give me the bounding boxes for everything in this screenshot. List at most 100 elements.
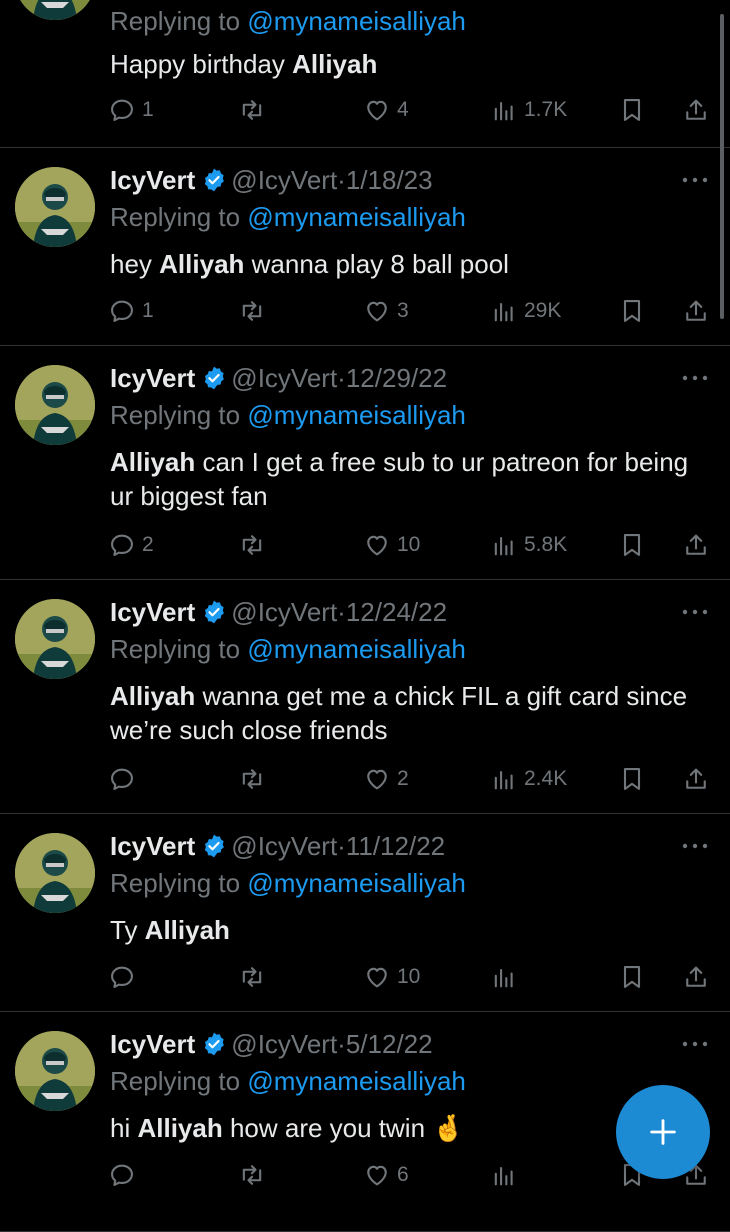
tweet-text-plain: Happy birthday [110, 49, 293, 79]
reply-button[interactable] [108, 960, 142, 994]
mention-link[interactable]: @mynameisalliyah [247, 6, 466, 36]
tweet-date[interactable]: 12/24/22 [346, 597, 447, 627]
views-button[interactable]: 5.8K [490, 528, 567, 562]
like-button[interactable]: 2 [363, 762, 409, 796]
retweet-button[interactable] [238, 960, 266, 994]
avatar[interactable] [15, 833, 95, 913]
share-button[interactable] [682, 93, 710, 127]
retweet-button[interactable] [238, 93, 266, 127]
tweet-date[interactable]: 5/12/22 [346, 1029, 433, 1059]
tweet-text-post: can I get a free sub to ur patreon for b… [110, 447, 689, 511]
author-name[interactable]: IcyVert [110, 363, 195, 393]
views-button[interactable] [490, 1158, 524, 1192]
reply-button[interactable] [108, 1158, 142, 1192]
author-handle[interactable]: @IcyVert [231, 831, 337, 861]
tweet-partial[interactable]: Replying to @mynameisalliyah Happy birth… [0, 0, 730, 148]
bookmark-button[interactable] [618, 294, 646, 328]
tweet-date[interactable]: 11/12/22 [346, 831, 445, 861]
bookmark-button[interactable] [618, 93, 646, 127]
mention-link[interactable]: @mynameisalliyah [247, 400, 466, 430]
avatar[interactable] [15, 599, 95, 679]
like-button[interactable]: 4 [363, 93, 409, 127]
like-button[interactable]: 10 [363, 528, 420, 562]
tweet-header: IcyVert @IcyVert·1/18/23 [110, 164, 433, 196]
retweet-button[interactable] [238, 1158, 266, 1192]
reply-button[interactable]: 2 [108, 528, 154, 562]
like-button[interactable]: 10 [363, 960, 420, 994]
avatar[interactable] [15, 0, 95, 20]
views-button[interactable]: 2.4K [490, 762, 567, 796]
like-button[interactable]: 3 [363, 294, 409, 328]
author-handle[interactable]: @IcyVert [231, 597, 337, 627]
tweet-date[interactable]: 1/18/23 [346, 165, 433, 195]
bookmark-button[interactable] [618, 762, 646, 796]
separator-dot: · [337, 363, 346, 393]
tweet-text-post: wanna get me a chick FIL a gift card sin… [110, 681, 688, 745]
views-button[interactable]: 1.7K [490, 93, 567, 127]
avatar[interactable] [15, 1031, 95, 1111]
tweet-text-bold: Alliyah [137, 1113, 223, 1143]
avatar[interactable] [15, 167, 95, 247]
scrollbar[interactable] [720, 14, 724, 319]
like-button[interactable]: 6 [363, 1158, 409, 1192]
tweet-text: Alliyah wanna get me a chick FIL a gift … [110, 679, 710, 747]
reply-button[interactable] [108, 762, 142, 796]
author-name[interactable]: IcyVert [110, 165, 195, 195]
tweet[interactable]: IcyVert @IcyVert·12/29/22 Replying to @my… [0, 345, 730, 580]
separator-dot: · [337, 831, 346, 861]
view-count: 2.4K [524, 767, 568, 790]
retweet-arrows-icon [238, 963, 266, 991]
more-dots-icon[interactable] [680, 175, 710, 185]
retweet-button[interactable] [238, 762, 266, 796]
speech-bubble-icon [108, 1161, 136, 1189]
tweet-text: hey Alliyah wanna play 8 ball pool [110, 247, 710, 281]
tweet[interactable]: IcyVert @IcyVert·11/12/22 Replying to @my… [0, 813, 730, 1012]
like-count: 4 [397, 98, 409, 121]
heart-icon [363, 96, 391, 124]
share-button[interactable] [682, 960, 710, 994]
author-name[interactable]: IcyVert [110, 597, 195, 627]
reply-button[interactable]: 1 [108, 294, 154, 328]
reply-button[interactable]: 1 [108, 93, 154, 127]
author-handle[interactable]: @IcyVert [231, 363, 337, 393]
share-upload-icon [682, 765, 710, 793]
share-button[interactable] [682, 294, 710, 328]
compose-button[interactable] [616, 1085, 710, 1179]
speech-bubble-icon [108, 96, 136, 124]
author-name[interactable]: IcyVert [110, 1029, 195, 1059]
mention-link[interactable]: @mynameisalliyah [247, 1066, 466, 1096]
share-button[interactable] [682, 528, 710, 562]
views-button[interactable]: 29K [490, 294, 561, 328]
author-name[interactable]: IcyVert [110, 831, 195, 861]
tweet-text-bold: Alliyah [159, 249, 245, 279]
mention-link[interactable]: @mynameisalliyah [247, 868, 466, 898]
avatar[interactable] [15, 365, 95, 445]
like-count: 6 [397, 1163, 409, 1186]
tweet-text-post: wanna play 8 ball pool [244, 249, 509, 279]
more-dots-icon[interactable] [680, 1039, 710, 1049]
retweet-button[interactable] [238, 528, 266, 562]
view-count: 29K [524, 299, 562, 322]
share-button[interactable] [682, 762, 710, 796]
retweet-button[interactable] [238, 294, 266, 328]
tweet-text: Alliyah can I get a free sub to ur patre… [110, 445, 710, 513]
mention-link[interactable]: @mynameisalliyah [247, 202, 466, 232]
retweet-arrows-icon [238, 765, 266, 793]
action-bar: 10 [108, 960, 712, 994]
tweet-header: IcyVert @IcyVert·5/12/22 [110, 1028, 433, 1060]
author-handle[interactable]: @IcyVert [231, 165, 337, 195]
more-dots-icon[interactable] [680, 607, 710, 617]
tweet[interactable]: IcyVert @IcyVert·1/18/23 Replying to @myn… [0, 147, 730, 346]
bookmark-button[interactable] [618, 960, 646, 994]
author-handle[interactable]: @IcyVert [231, 1029, 337, 1059]
mention-link[interactable]: @mynameisalliyah [247, 634, 466, 664]
tweet[interactable]: IcyVert @IcyVert·12/24/22 Replying to @my… [0, 579, 730, 814]
verified-badge-icon [201, 599, 227, 625]
reply-count: 2 [142, 533, 154, 556]
tweet-date[interactable]: 12/29/22 [346, 363, 447, 393]
bookmark-button[interactable] [618, 528, 646, 562]
views-button[interactable] [490, 960, 524, 994]
more-dots-icon[interactable] [680, 373, 710, 383]
replying-to: Replying to @mynameisalliyah [110, 399, 466, 431]
more-dots-icon[interactable] [680, 841, 710, 851]
